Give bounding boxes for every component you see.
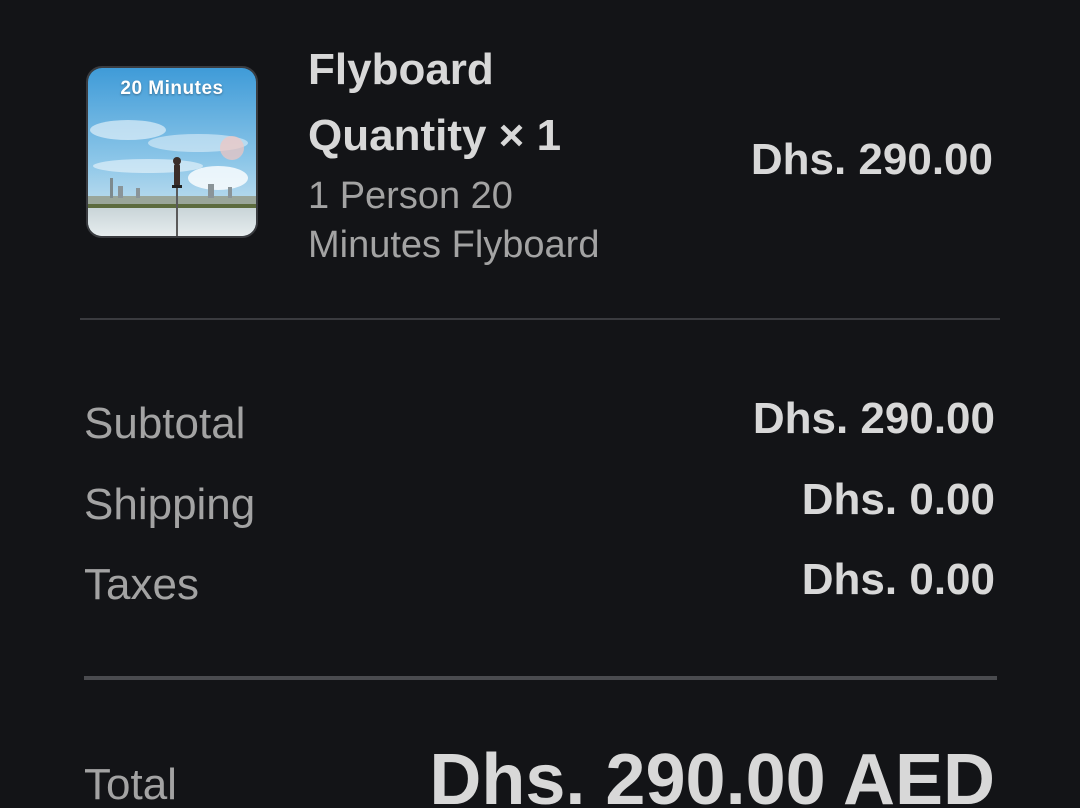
taxes-label: Taxes	[84, 560, 199, 609]
divider	[80, 318, 1000, 320]
taxes-value: Dhs. 0.00	[801, 555, 995, 604]
subtotal-label: Subtotal	[84, 399, 246, 448]
total-label: Total	[84, 760, 177, 808]
product-quantity: Quantity × 1	[308, 111, 562, 160]
product-thumbnail[interactable]: 20 Minutes	[86, 66, 258, 238]
shipping-label: Shipping	[84, 480, 256, 529]
product-variant: 1 Person 20 Minutes Flyboard	[308, 175, 600, 266]
product-price: Dhs. 290.00	[750, 135, 993, 184]
product-name: Flyboard	[308, 45, 494, 94]
divider	[84, 676, 997, 680]
order-summary: 20 Minutes Flyboard Quantity × 1 1 Perso…	[0, 0, 1080, 808]
shipping-value: Dhs. 0.00	[801, 475, 995, 524]
thumbnail-caption: 20 Minutes	[120, 78, 224, 99]
total-value: Dhs. 290.00 AED	[429, 740, 995, 808]
subtotal-value: Dhs. 290.00	[752, 394, 995, 443]
